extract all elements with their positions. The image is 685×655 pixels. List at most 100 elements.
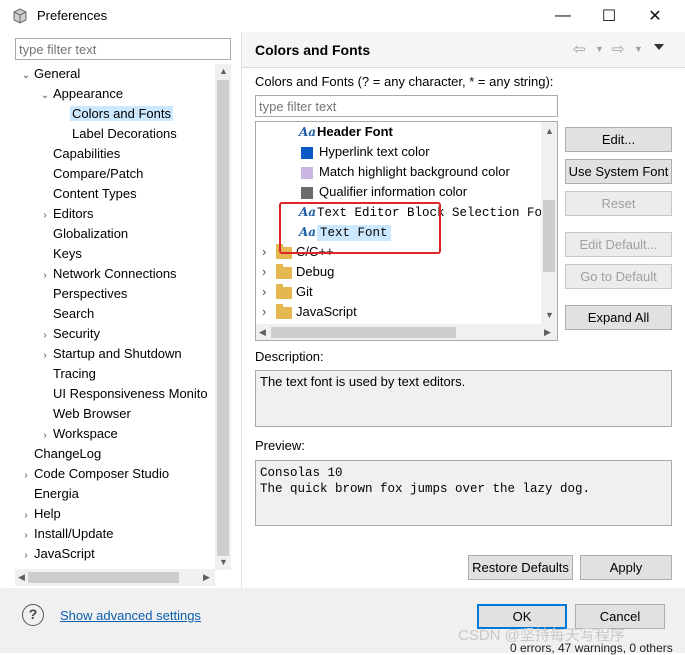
- scroll-up-arrow-icon[interactable]: ▲: [219, 66, 228, 76]
- font-color-label: Text Editor Block Selection Font: [317, 206, 558, 220]
- collapse-chevron-icon[interactable]: ›: [39, 326, 51, 346]
- tree-horizontal-scroll-thumb[interactable]: [28, 572, 179, 583]
- tree-item[interactable]: Label Decorations: [58, 124, 179, 144]
- tree-item[interactable]: Energia: [20, 484, 81, 504]
- restore-defaults-button[interactable]: Restore Defaults: [468, 555, 573, 580]
- edit-default-button[interactable]: Edit Default...: [565, 232, 672, 257]
- tree-item-label: Keys: [53, 246, 82, 261]
- view-menu-icon[interactable]: [654, 44, 664, 50]
- tree-item[interactable]: › Network Connections: [39, 264, 179, 284]
- colors-fonts-filter-input[interactable]: [255, 95, 558, 117]
- collapse-chevron-icon[interactable]: ›: [20, 526, 32, 546]
- category-item[interactable]: › C/C++: [262, 242, 334, 262]
- expand-chevron-icon[interactable]: ›: [262, 242, 276, 262]
- scroll-right-arrow-icon[interactable]: ▶: [203, 572, 210, 583]
- tree-item[interactable]: Web Browser: [39, 404, 133, 424]
- tree-item[interactable]: Compare/Patch: [39, 164, 145, 184]
- minimize-button[interactable]: —: [540, 0, 586, 31]
- font-color-item[interactable]: AaHeader Font: [299, 122, 393, 142]
- font-color-item[interactable]: AaText Editor Block Selection Font: [299, 202, 557, 222]
- tree-item[interactable]: › Security: [39, 324, 102, 344]
- font-color-label: Header Font: [317, 124, 393, 139]
- collapse-chevron-icon[interactable]: ›: [39, 206, 51, 226]
- maximize-button[interactable]: ☐: [586, 0, 632, 31]
- tree-item[interactable]: › JavaScript: [20, 544, 97, 564]
- category-item[interactable]: › JavaScript: [262, 302, 357, 322]
- category-item[interactable]: › Debug: [262, 262, 334, 282]
- collapse-chevron-icon[interactable]: ›: [20, 546, 32, 566]
- preference-tree: ⌄ General ⌄ Appearance Colors and Fonts Label…: [15, 64, 215, 569]
- color-swatch-icon: [301, 166, 313, 179]
- font-color-label: Text Font: [317, 225, 391, 241]
- expand-chevron-icon[interactable]: ⌄: [39, 86, 51, 106]
- tree-item[interactable]: › Workspace: [39, 424, 120, 444]
- edit-button[interactable]: Edit...: [565, 127, 672, 152]
- tree-item[interactable]: Tracing: [39, 364, 98, 384]
- tree-item[interactable]: UI Responsiveness Monito: [39, 384, 210, 404]
- scroll-left-arrow-icon[interactable]: ◀: [18, 572, 25, 583]
- tree-item-label: General: [34, 66, 81, 81]
- tree-item-label: Energia: [34, 486, 79, 501]
- tree-item[interactable]: Content Types: [39, 184, 139, 204]
- tree-item[interactable]: Capabilities: [39, 144, 122, 164]
- font-tree-scroll-up-icon[interactable]: ▲: [545, 126, 554, 136]
- tree-item[interactable]: ⌄ Appearance: [39, 84, 125, 104]
- tree-item[interactable]: Perspectives: [39, 284, 129, 304]
- font-color-item[interactable]: Qualifier information color: [300, 182, 467, 202]
- tree-item-label: Search: [53, 306, 95, 321]
- expand-chevron-icon[interactable]: ›: [262, 262, 276, 282]
- show-advanced-settings-link[interactable]: Show advanced settings: [60, 608, 201, 623]
- tree-item[interactable]: ChangeLog: [20, 444, 103, 464]
- tree-item[interactable]: › Editors: [39, 204, 95, 224]
- font-color-item[interactable]: Aa Text Font: [299, 222, 391, 242]
- tree-item[interactable]: Colors and Fonts: [58, 104, 173, 124]
- tree-item[interactable]: Keys: [39, 244, 84, 264]
- expand-chevron-icon[interactable]: ⌄: [20, 66, 32, 86]
- collapse-chevron-icon[interactable]: ›: [39, 266, 51, 286]
- page-title: Colors and Fonts: [255, 42, 371, 58]
- font-tree-scroll-right-icon[interactable]: ▶: [544, 327, 551, 338]
- collapse-chevron-icon[interactable]: ›: [20, 466, 32, 486]
- font-tree-scroll-left-icon[interactable]: ◀: [259, 327, 266, 338]
- font-tree-vertical-scroll-thumb[interactable]: [543, 200, 555, 272]
- tree-item[interactable]: Search: [39, 304, 96, 324]
- font-color-label: Qualifier information color: [319, 184, 468, 199]
- tree-item[interactable]: › Install/Update: [20, 524, 116, 544]
- forward-icon[interactable]: ⇨: [612, 40, 625, 58]
- color-swatch-icon: [301, 146, 313, 159]
- expand-all-button[interactable]: Expand All: [565, 305, 672, 330]
- reset-button[interactable]: Reset: [565, 191, 672, 216]
- tree-vertical-scroll-thumb[interactable]: [217, 80, 229, 556]
- close-button[interactable]: ✕: [632, 0, 678, 31]
- tree-item-label: Label Decorations: [72, 126, 177, 141]
- collapse-chevron-icon[interactable]: ›: [20, 506, 32, 526]
- folder-icon: [276, 243, 292, 259]
- expand-chevron-icon[interactable]: ›: [262, 302, 276, 322]
- font-tree-scroll-down-icon[interactable]: ▼: [545, 310, 554, 320]
- go-to-default-button[interactable]: Go to Default: [565, 264, 672, 289]
- tree-item-label: UI Responsiveness Monito: [53, 386, 208, 401]
- scroll-down-arrow-icon[interactable]: ▼: [219, 557, 228, 567]
- font-tree-horizontal-scroll-thumb[interactable]: [271, 327, 456, 338]
- expand-chevron-icon[interactable]: ›: [262, 282, 276, 302]
- font-color-item[interactable]: Match highlight background color: [300, 162, 510, 182]
- back-icon[interactable]: ⇦: [573, 40, 586, 58]
- tree-item[interactable]: › Startup and Shutdown: [39, 344, 184, 364]
- tree-item[interactable]: › Code Composer Studio: [20, 464, 171, 484]
- preview-label: Preview:: [255, 438, 305, 453]
- collapse-chevron-icon[interactable]: ›: [39, 346, 51, 366]
- font-color-label: Git: [296, 284, 313, 299]
- tree-item[interactable]: › Help: [20, 504, 63, 524]
- category-item[interactable]: › Git: [262, 282, 313, 302]
- preference-filter-input[interactable]: [15, 38, 231, 60]
- tree-item[interactable]: ⌄ General: [20, 64, 82, 84]
- forward-dropdown-icon[interactable]: ▼: [634, 44, 643, 54]
- back-dropdown-icon[interactable]: ▼: [595, 44, 604, 54]
- use-system-font-button[interactable]: Use System Font: [565, 159, 672, 184]
- help-icon[interactable]: ?: [22, 604, 44, 626]
- apply-button[interactable]: Apply: [580, 555, 672, 580]
- collapse-chevron-icon[interactable]: ›: [39, 426, 51, 446]
- folder-icon: [276, 263, 292, 279]
- tree-item[interactable]: Globalization: [39, 224, 130, 244]
- font-color-item[interactable]: Hyperlink text color: [300, 142, 430, 162]
